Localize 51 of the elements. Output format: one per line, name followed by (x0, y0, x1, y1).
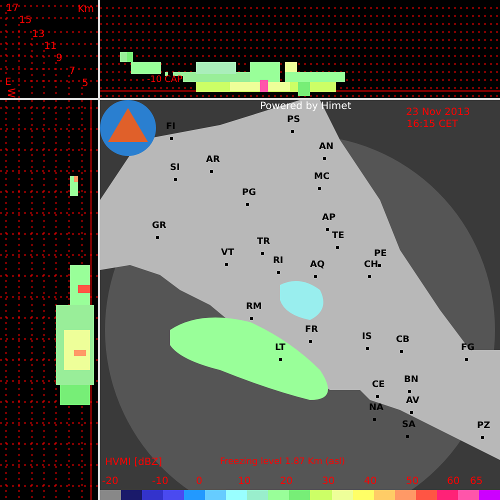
scale-label: 40 (364, 477, 377, 487)
city-label: AV (406, 397, 420, 406)
city-label: MC (314, 173, 330, 182)
axis-letter: E (4, 78, 12, 88)
city-label: PZ (477, 422, 490, 431)
city-label: CE (372, 381, 385, 390)
scale-label: 20 (280, 477, 293, 487)
triangle-icon (108, 108, 148, 142)
scale-label: -10 (152, 477, 168, 487)
city-label: AR (206, 156, 220, 165)
city-label: BN (404, 376, 418, 385)
altitude-label: 17 (6, 4, 19, 14)
altitude-label: 11 (44, 42, 57, 52)
city-label: TE (332, 232, 344, 241)
city-label: LT (275, 344, 286, 353)
profile-label: -10 CAP (146, 76, 184, 85)
scale-label: 10 (238, 477, 251, 487)
city-label: SI (170, 164, 180, 173)
scale-label: 65 (470, 477, 483, 487)
city-label: PS (287, 116, 300, 125)
city-label: TR (257, 238, 270, 247)
legend-title: HVMI [dBZ] (105, 458, 162, 468)
scale-label: 60 (447, 477, 460, 487)
time-text: 16:15 CET (406, 120, 458, 130)
city-label: AQ (310, 261, 325, 270)
city-label: PE (374, 250, 387, 259)
axis-letter: W (4, 87, 15, 98)
city-label: SA (402, 421, 416, 430)
scale-label: 50 (406, 477, 419, 487)
altitude-label: 13 (32, 30, 45, 40)
city-label: PG (242, 189, 256, 198)
city-label: FI (166, 123, 176, 132)
scale-label: 0 (196, 477, 202, 487)
scale-label: 30 (322, 477, 335, 487)
city-label: FG (461, 344, 475, 353)
city-label: CH (364, 261, 378, 270)
date-text: 23 Nov 2013 (406, 108, 470, 118)
city-label: AN (319, 143, 334, 152)
city-label: RM (246, 303, 262, 312)
altitude-label: 15 (19, 16, 32, 26)
scale-label: -20 (102, 477, 118, 487)
city-label: AP (322, 214, 336, 223)
city-label: RI (273, 257, 284, 266)
city-label: FR (305, 326, 318, 335)
city-label: NA (369, 404, 384, 413)
city-label: VT (221, 249, 234, 258)
city-label: IS (362, 333, 372, 342)
freezing-level-text: Freezing level 1.87 Km (asl) (220, 458, 346, 467)
unit-label: Km (78, 5, 94, 15)
city-label: GR (152, 222, 166, 231)
city-label: CB (396, 336, 410, 345)
